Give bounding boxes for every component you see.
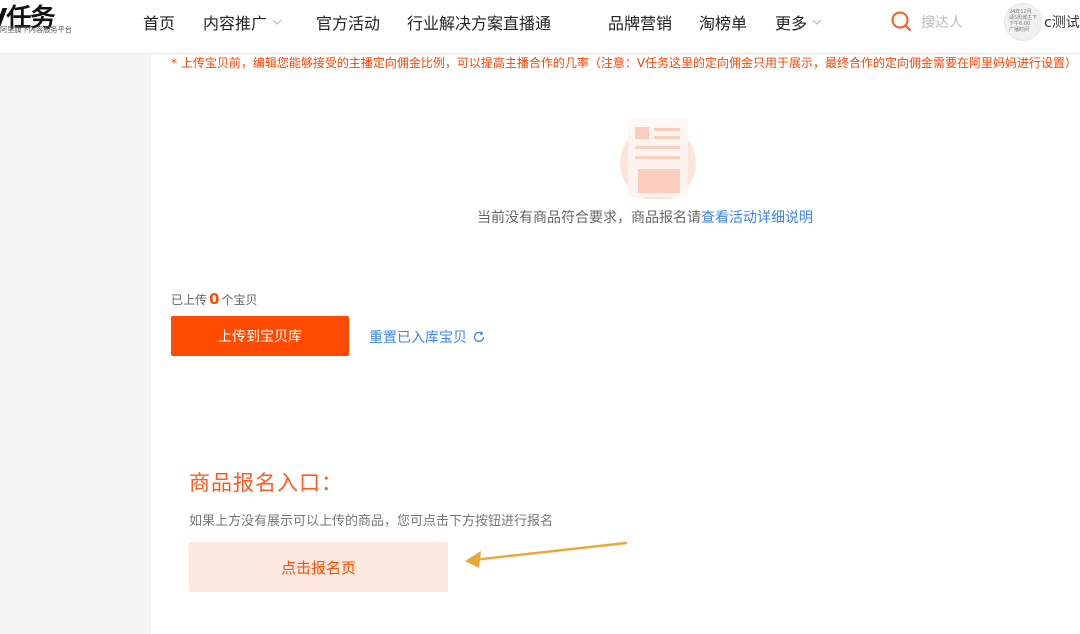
avatar-text: 广播时间 bbox=[1009, 27, 1030, 33]
sidebar bbox=[0, 55, 150, 634]
empty-state-message: 当前没有商品符合要求，商品报名请 bbox=[477, 210, 701, 226]
uploaded-suffix: 个宝贝 bbox=[221, 293, 258, 307]
nav-item-brand-marketing[interactable]: 品牌营销 bbox=[608, 10, 672, 34]
nav-item-official-events[interactable]: 官方活动 bbox=[316, 10, 380, 34]
nav-item-industry-solutions[interactable]: 行业解决方案 bbox=[407, 10, 503, 34]
registration-entry-title: 商品报名入口： bbox=[189, 471, 343, 495]
uploaded-prefix: 已上传 bbox=[171, 293, 208, 307]
nav-item-label: 官方活动 bbox=[316, 14, 381, 33]
nav-item-home[interactable]: 首页 bbox=[143, 10, 175, 34]
chevron-down-icon bbox=[272, 19, 282, 25]
main-panel: * 上传宝贝前，编辑您能够接受的主播定向佣金比例，可以提高主播合作的几率（注意：… bbox=[151, 55, 1080, 634]
search-input[interactable]: 搜达人 bbox=[921, 12, 963, 32]
upload-to-library-button[interactable]: 上传到宝贝库 bbox=[171, 316, 349, 356]
reset-library-label: 重置已入库宝贝 bbox=[369, 330, 467, 346]
empty-state-text: 当前没有商品符合要求，商品报名请查看活动详细说明 bbox=[477, 207, 813, 227]
search-icon[interactable] bbox=[890, 10, 912, 32]
nav-item-more[interactable]: 更多 bbox=[775, 10, 823, 34]
nav-item-content-promotion[interactable]: 内容推广 bbox=[203, 10, 283, 34]
empty-document-icon bbox=[620, 119, 696, 199]
commission-notice: * 上传宝贝前，编辑您能够接受的主播定向佣金比例，可以提高主播合作的几率（注意：… bbox=[171, 56, 1078, 70]
nav-item-label: 淘榜单 bbox=[699, 14, 748, 33]
nav-item-live[interactable]: 直播通 bbox=[503, 10, 551, 34]
nav-item-label: 内容推广 bbox=[203, 14, 268, 33]
logo-subtitle: 阿里旗下内容服务平台 bbox=[0, 25, 72, 34]
uploaded-count: 已上传 0 个宝贝 bbox=[171, 290, 257, 308]
nav-item-label: 首页 bbox=[143, 14, 176, 33]
chevron-down-icon bbox=[812, 19, 822, 25]
arrow-pointer bbox=[465, 541, 628, 568]
reset-library-link[interactable]: 重置已入库宝贝 bbox=[369, 327, 486, 347]
registration-entry-desc: 如果上方没有展示可以上传的商品，您可点击下方按钮进行报名 bbox=[189, 514, 554, 529]
nav-item-label: 行业解决方案 bbox=[407, 14, 504, 33]
nav-item-label: 更多 bbox=[775, 14, 808, 33]
nav-item-label: 直播通 bbox=[503, 14, 552, 33]
uploaded-count-value: 0 bbox=[209, 290, 220, 308]
registration-page-button[interactable]: 点击报名页 bbox=[189, 542, 448, 592]
site-logo[interactable]: V任务 阿里旗下内容服务平台 bbox=[0, 0, 84, 42]
nav-item-ranking[interactable]: 淘榜单 bbox=[699, 10, 747, 34]
user-name[interactable]: c测试 bbox=[1044, 12, 1080, 32]
refresh-icon bbox=[473, 331, 485, 343]
activity-details-link[interactable]: 查看活动详细说明 bbox=[701, 210, 813, 226]
nav-item-label: 品牌营销 bbox=[608, 14, 673, 33]
top-header: V任务 阿里旗下内容服务平台 首页 内容推广 官方活动 行业解决方案 直播通 品… bbox=[0, 0, 1080, 54]
avatar[interactable]: 24年12月 请5周城主下 下午6:00 广播时间 bbox=[1004, 3, 1042, 41]
